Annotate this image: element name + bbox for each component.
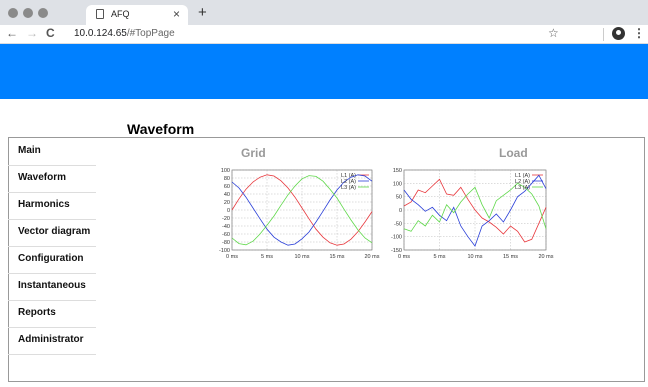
load-chart-y-tick-label: 100 xyxy=(393,181,402,187)
grid-chart-y-tick-label: -60 xyxy=(222,232,230,238)
load-chart-y-tick-label: 0 xyxy=(399,208,402,214)
grid-chart-y-tick-label: -80 xyxy=(222,240,230,246)
load-chart-title: Load xyxy=(499,146,528,160)
window-close-dot[interactable] xyxy=(8,8,18,18)
browser-toolbar: ← → C 10.0.124.65/#TopPage ☆ ⋮ xyxy=(0,25,648,44)
load-chart-x-tick-label: 15 ms xyxy=(503,254,518,260)
load-chart-x-tick-label: 20 ms xyxy=(539,254,554,260)
forward-arrow-icon[interactable]: → xyxy=(26,26,38,40)
grid-chart-y-tick-label: -40 xyxy=(222,224,230,230)
bookmark-star-icon[interactable]: ☆ xyxy=(548,26,559,40)
url-path: /#TopPage xyxy=(126,28,175,39)
url-host: 10.0.124.65 xyxy=(74,28,127,39)
load-chart-y-tick-label: 150 xyxy=(393,168,402,174)
load-chart-legend-label-3: L3 (A) xyxy=(515,185,530,191)
grid-chart-x-tick-label: 5 ms xyxy=(261,254,273,260)
grid-chart-y-tick-label: 0 xyxy=(227,208,230,214)
grid-chart-y-tick-label: 100 xyxy=(221,168,230,174)
grid-chart-x-tick-label: 10 ms xyxy=(295,254,310,260)
load-chart-x-tick-label: 0 ms xyxy=(398,254,410,260)
sidebar-item-instantaneous[interactable]: Instantaneous xyxy=(8,274,96,301)
load-chart-x-tick-label: 10 ms xyxy=(468,254,483,260)
grid-chart-x-tick-label: 15 ms xyxy=(330,254,345,260)
load-chart-x-tick-label: 5 ms xyxy=(434,254,446,260)
close-icon[interactable]: × xyxy=(173,7,180,21)
page-title: Waveform xyxy=(127,121,195,137)
sidebar-item-vector-diagram[interactable]: Vector diagram xyxy=(8,220,96,247)
sidebar-item-harmonics[interactable]: Harmonics xyxy=(8,193,96,220)
load-chart-y-tick-label: 50 xyxy=(396,195,402,201)
grid-waveform-chart: -100-80-60-40-200204060801000 ms 5 ms 10 m… xyxy=(219,168,380,260)
account-icon[interactable] xyxy=(612,27,625,40)
sidebar-item-main[interactable]: Main xyxy=(8,139,96,166)
grid-chart-y-tick-label: 60 xyxy=(224,184,230,190)
sidebar-item-administrator[interactable]: Administrator xyxy=(8,328,96,355)
sidebar-menu: Main Waveform Harmonics Vector diagram C… xyxy=(8,139,96,355)
document-icon xyxy=(96,9,104,19)
grid-chart-y-tick-label: 20 xyxy=(224,200,230,206)
grid-chart-legend-label-3: L3 (A) xyxy=(341,185,356,191)
grid-chart-y-tick-label: 80 xyxy=(224,176,230,182)
grid-chart-y-tick-label: 40 xyxy=(224,192,230,198)
sidebar-item-waveform[interactable]: Waveform xyxy=(8,166,96,193)
tab-title: AFQ xyxy=(111,9,130,19)
toolbar-divider xyxy=(603,28,604,41)
browser-menu-icon[interactable]: ⋮ xyxy=(633,26,645,40)
new-tab-button[interactable]: + xyxy=(198,4,207,21)
header-banner xyxy=(0,44,648,99)
window-minimize-dot[interactable] xyxy=(23,8,33,18)
grid-chart-y-tick-label: -20 xyxy=(222,216,230,222)
grid-chart-x-tick-label: 0 ms xyxy=(226,254,238,260)
grid-chart-x-tick-label: 20 ms xyxy=(365,254,380,260)
load-waveform-chart: -150-100-500501001500 ms 5 ms 10 ms 15 ms 20… xyxy=(391,168,554,260)
browser-tab[interactable]: AFQ × xyxy=(86,5,188,25)
grid-chart-title: Grid xyxy=(241,146,266,160)
sidebar-item-reports[interactable]: Reports xyxy=(8,301,96,328)
window-zoom-dot[interactable] xyxy=(38,8,48,18)
load-chart-y-tick-label: -50 xyxy=(394,221,402,227)
reload-icon[interactable]: C xyxy=(46,26,55,40)
browser-tab-strip: AFQ × + xyxy=(0,0,648,25)
address-bar[interactable]: 10.0.124.65/#TopPage xyxy=(74,28,175,39)
sidebar-item-configuration[interactable]: Configuration xyxy=(8,247,96,274)
back-arrow-icon[interactable]: ← xyxy=(6,26,18,40)
load-chart-y-tick-label: -100 xyxy=(391,235,402,241)
